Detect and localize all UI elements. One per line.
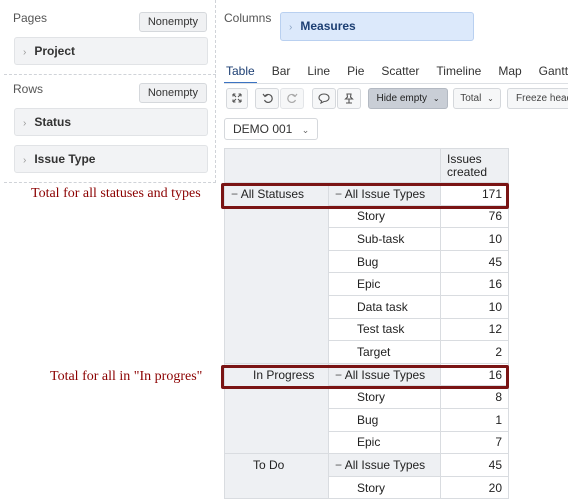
- section-divider: [4, 74, 216, 75]
- chevron-right-icon: ›: [289, 22, 293, 33]
- report-select[interactable]: DEMO 001 ⌄: [224, 118, 319, 140]
- chevron-right-icon: ›: [23, 155, 27, 166]
- status-cell[interactable]: To Do: [224, 453, 329, 500]
- value-cell[interactable]: 20: [440, 475, 509, 500]
- columns-label: Columns: [224, 11, 272, 25]
- comment-button[interactable]: [312, 88, 336, 109]
- expand-button[interactable]: [226, 88, 248, 109]
- total-label: Total: [460, 93, 482, 104]
- view-tabs: Table Bar Line Pie Scatter Timeline Map Gantt: [224, 62, 568, 84]
- issue-type-cell[interactable]: Test task: [328, 317, 441, 342]
- collapse-icon[interactable]: −: [335, 458, 345, 472]
- total-button[interactable]: Total ⌄: [453, 88, 501, 109]
- pin-icon: [344, 93, 354, 104]
- pages-nonempty-button[interactable]: Nonempty: [138, 12, 207, 32]
- status-label: To Do: [253, 458, 285, 473]
- value-cell[interactable]: 1: [440, 407, 509, 432]
- tab-scatter[interactable]: Scatter: [379, 63, 421, 84]
- freeze-header-button[interactable]: Freeze head: [507, 88, 568, 109]
- rows-label: Rows: [13, 82, 44, 96]
- undo-button[interactable]: [255, 88, 279, 109]
- issue-type-label: Story: [357, 480, 386, 495]
- issue-type-cell[interactable]: Story: [328, 475, 441, 500]
- table-row: To Do − All Issue Types 45: [224, 453, 509, 500]
- comment-icon: [318, 93, 330, 104]
- annotation-total-in-progress: Total for all in "In progres": [50, 369, 203, 384]
- issue-type-cell[interactable]: Story: [328, 385, 441, 409]
- rows-item-label: Status: [34, 115, 72, 129]
- value-cell[interactable]: 10: [440, 294, 509, 319]
- chevron-right-icon: ›: [23, 47, 27, 58]
- chevron-right-icon: ›: [23, 118, 27, 129]
- hide-empty-label: Hide empty: [376, 93, 428, 104]
- value-cell[interactable]: 10: [440, 227, 509, 251]
- report-select-value: DEMO 001: [233, 122, 293, 136]
- columns-item-measures[interactable]: › Measures: [280, 12, 474, 41]
- issue-type-label: All Issue Types: [344, 457, 426, 472]
- chevron-down-icon: ⌄: [432, 94, 440, 103]
- highlight-box-in-progress: [221, 365, 509, 389]
- status-cell[interactable]: − All Statuses: [224, 182, 329, 364]
- annotation-total-all: Total for all statuses and types: [31, 186, 201, 201]
- value-cell[interactable]: 16: [440, 272, 509, 296]
- tab-line[interactable]: Line: [305, 63, 332, 84]
- freeze-label: Freeze head: [516, 93, 568, 104]
- issue-type-label: Story: [357, 209, 386, 224]
- expand-icon: [232, 93, 242, 103]
- value-cell[interactable]: 45: [440, 249, 509, 274]
- tab-timeline[interactable]: Timeline: [434, 63, 483, 84]
- issue-type-label: Data task: [357, 299, 408, 314]
- tab-map[interactable]: Map: [496, 63, 523, 84]
- redo-button[interactable]: [280, 88, 304, 109]
- corner-cell: [224, 148, 441, 183]
- chevron-down-icon: ⌄: [487, 94, 494, 103]
- pin-button[interactable]: [337, 88, 361, 109]
- value-cell[interactable]: 12: [440, 317, 509, 342]
- measure-header[interactable]: Issues created: [440, 148, 509, 183]
- issue-type-label: Epic: [357, 435, 381, 450]
- issue-type-label: Bug: [357, 412, 379, 427]
- issue-type-cell[interactable]: Bug: [328, 249, 441, 274]
- tabs-divider: [224, 83, 568, 84]
- pages-item-label: Project: [34, 44, 76, 58]
- header-row: Issues created: [224, 148, 509, 183]
- issue-type-label: Test task: [357, 322, 405, 337]
- tab-bar[interactable]: Bar: [270, 63, 293, 84]
- tab-pie[interactable]: Pie: [345, 63, 366, 84]
- value-cell[interactable]: 8: [440, 385, 509, 409]
- issue-type-cell[interactable]: Bug: [328, 407, 441, 432]
- issue-type-label: Epic: [357, 277, 381, 292]
- issue-type-cell[interactable]: Epic: [328, 272, 441, 296]
- issue-type-cell[interactable]: Target: [328, 340, 441, 364]
- value-cell[interactable]: 45: [440, 453, 509, 477]
- issue-type-cell[interactable]: − All Issue Types: [328, 453, 441, 477]
- layout-panel: Pages Nonempty › Project Rows Nonempty › S…: [4, 0, 216, 183]
- value-cell[interactable]: 2: [440, 340, 509, 364]
- rows-item-label: Issue Type: [34, 152, 96, 166]
- issue-type-cell[interactable]: Sub-task: [328, 227, 441, 251]
- issue-type-label: Story: [357, 390, 386, 405]
- tab-gantt[interactable]: Gantt: [537, 63, 568, 84]
- issue-type-label: Target: [357, 344, 391, 359]
- undo-icon: [262, 93, 273, 103]
- rows-item-issue-type[interactable]: › Issue Type: [14, 145, 208, 173]
- issue-type-label: Sub-task: [357, 231, 405, 246]
- redo-icon: [286, 93, 297, 103]
- rows-nonempty-button[interactable]: Nonempty: [138, 83, 207, 103]
- chevron-down-icon: ⌄: [301, 125, 310, 135]
- issue-type-label: Bug: [357, 254, 379, 269]
- pages-label: Pages: [13, 11, 48, 25]
- tab-table[interactable]: Table: [224, 63, 257, 84]
- highlight-box-all-statuses: [221, 183, 509, 209]
- measures-label: Measures: [300, 19, 356, 33]
- rows-item-status[interactable]: › Status: [14, 108, 208, 136]
- issue-type-cell[interactable]: Epic: [328, 430, 441, 455]
- hide-empty-button[interactable]: Hide empty ⌄: [368, 88, 448, 109]
- issue-type-cell[interactable]: Data task: [328, 294, 441, 319]
- value-cell[interactable]: 7: [440, 430, 509, 455]
- pages-item-project[interactable]: › Project: [14, 37, 208, 65]
